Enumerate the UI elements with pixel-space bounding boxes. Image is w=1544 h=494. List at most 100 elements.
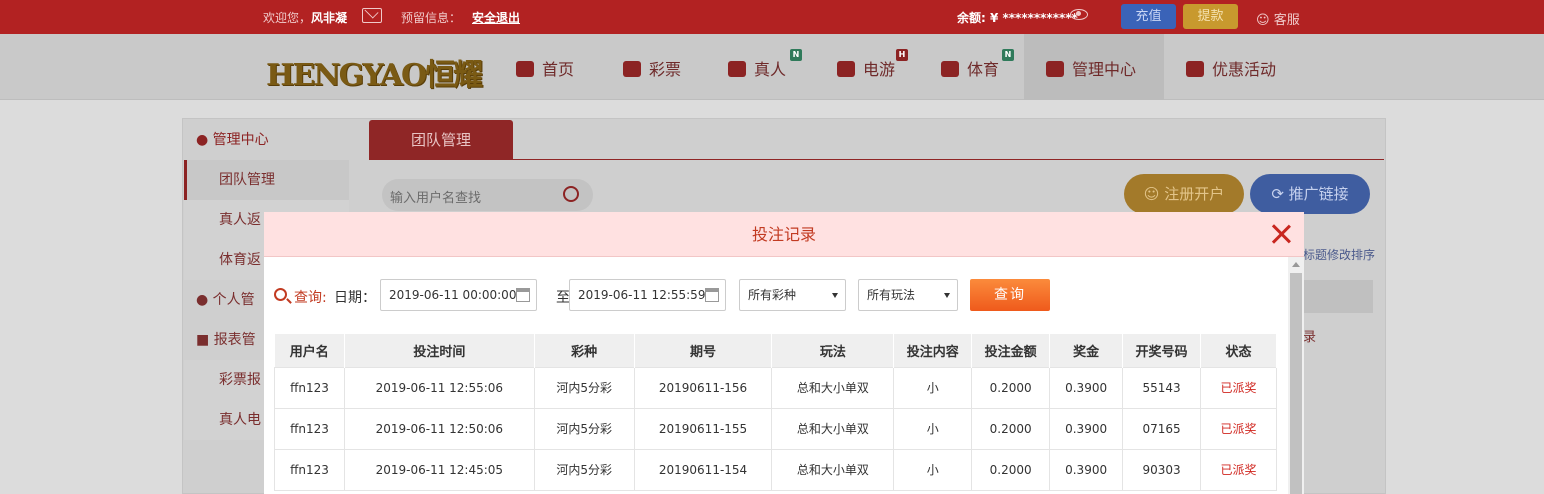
user-search-input[interactable]: 输入用户名查找 — [382, 179, 593, 211]
customer-service-link[interactable]: ☺ 客服 — [1256, 9, 1300, 28]
table-header-row: 用户名 投注时间 彩种 期号 玩法 投注内容 投注金额 奖金 开奖号码 状态 — [274, 334, 1277, 367]
col-play: 玩法 — [771, 334, 895, 367]
col-username: 用户名 — [274, 334, 345, 367]
gift-icon — [1186, 61, 1204, 77]
modal-scrollbar[interactable] — [1288, 257, 1304, 494]
cell-play: 总和大小单双 — [771, 448, 895, 491]
col-bet-time: 投注时间 — [344, 334, 535, 367]
slot-machine-icon — [837, 61, 855, 77]
sidebar-head: ● 管理中心 — [196, 132, 269, 148]
to-label: 至 — [556, 290, 570, 306]
nav-live[interactable]: 真人 N — [728, 49, 802, 80]
date-label: 日期： — [334, 290, 376, 306]
logout-link[interactable]: 安全退出 — [472, 9, 520, 26]
cell-prize: 0.3900 — [1049, 448, 1124, 491]
play-type-select[interactable]: 所有玩法 — [858, 279, 958, 311]
col-prize: 奖金 — [1049, 334, 1124, 367]
charge-button[interactable]: 充值 — [1121, 4, 1176, 29]
register-account-button[interactable]: ☺ 注册开户 — [1124, 174, 1244, 214]
cell-prize: 0.3900 — [1049, 366, 1124, 409]
username: 风非凝 — [311, 11, 348, 25]
cell-username: ffn123 — [274, 407, 345, 450]
ticket-icon — [623, 61, 641, 77]
nav-slots[interactable]: 电游 H — [837, 49, 908, 80]
tab-team-management[interactable]: 团队管理 — [369, 120, 513, 160]
lottery-type-select[interactable]: 所有彩种 — [739, 279, 846, 311]
date-from-input[interactable]: 2019-06-11 00:00:00 — [380, 279, 537, 311]
sort-hint-text: 标题修改排序 — [1303, 248, 1376, 262]
home-icon — [516, 61, 534, 77]
scroll-up-icon[interactable] — [1292, 262, 1300, 267]
chevron-down-icon — [944, 293, 950, 298]
mail-icon[interactable] — [362, 8, 382, 23]
cell-prize: 0.3900 — [1049, 407, 1124, 450]
query-button[interactable]: 查询 — [970, 279, 1050, 311]
bet-record-modal: 投注记录 查询: 日期： 2019-06-11 00:00:00 至 2019-… — [264, 212, 1304, 494]
withdraw-button[interactable]: 提款 — [1183, 4, 1238, 29]
calendar-icon[interactable] — [516, 288, 530, 302]
cell-lottery: 河内5分彩 — [533, 366, 635, 409]
top-bar: 欢迎您，风非凝 预留信息： 安全退出 余额: ¥ ************ 充值… — [0, 0, 1544, 34]
cell-amount: 0.2000 — [971, 448, 1051, 491]
table-row[interactable]: ffn123 2019-06-11 12:45:05 河内5分彩 2019061… — [274, 448, 1277, 491]
cell-draw-number: 55143 — [1122, 366, 1202, 409]
new-badge: N — [790, 49, 802, 61]
cell-play: 总和大小单双 — [771, 366, 895, 409]
cell-play: 总和大小单双 — [771, 407, 895, 450]
date-to-input[interactable]: 2019-06-11 12:55:59 — [569, 279, 726, 311]
nav-sports[interactable]: 体育 N — [941, 49, 1014, 80]
search-icon — [274, 288, 287, 301]
nav-promotions[interactable]: 优惠活动 — [1186, 56, 1276, 80]
cell-amount: 0.2000 — [971, 366, 1051, 409]
nav-lottery[interactable]: 彩票 — [623, 56, 681, 80]
col-status: 状态 — [1200, 334, 1277, 367]
modal-title: 投注记录 — [751, 225, 816, 244]
cell-content: 小 — [893, 407, 973, 450]
dealer-icon — [728, 61, 746, 77]
balance-text: 余额: ¥ ************ — [957, 11, 1078, 25]
col-amount: 投注金额 — [971, 334, 1051, 367]
cell-bet-time: 2019-06-11 12:55:06 — [343, 366, 535, 409]
modal-header: 投注记录 — [264, 212, 1304, 257]
col-lottery: 彩种 — [534, 334, 635, 367]
col-issue: 期号 — [634, 334, 773, 367]
nav-home[interactable]: 首页 — [516, 56, 574, 80]
tab-divider — [369, 159, 1384, 160]
cell-status: 已派奖 — [1200, 366, 1277, 409]
calendar-icon[interactable] — [705, 288, 719, 302]
cell-content: 小 — [893, 366, 973, 409]
col-content: 投注内容 — [893, 334, 973, 367]
close-icon[interactable] — [1270, 223, 1292, 245]
table-row[interactable]: ffn123 2019-06-11 12:55:06 河内5分彩 2019061… — [274, 366, 1277, 409]
cell-issue: 20190611-156 — [633, 366, 773, 409]
bet-record-table: 用户名 投注时间 彩种 期号 玩法 投注内容 投注金额 奖金 开奖号码 状态 f… — [274, 334, 1277, 491]
cell-bet-time: 2019-06-11 12:45:05 — [343, 448, 535, 491]
cell-issue: 20190611-155 — [633, 407, 773, 450]
record-link[interactable]: 录 — [1303, 326, 1316, 345]
cell-lottery: 河内5分彩 — [533, 407, 635, 450]
promo-link-button[interactable]: ⟳ 推广链接 — [1250, 174, 1370, 214]
cell-bet-time: 2019-06-11 12:50:06 — [343, 407, 535, 450]
background-table-header — [1303, 280, 1373, 313]
trophy-icon — [941, 61, 959, 77]
scrollbar-thumb[interactable] — [1290, 273, 1302, 494]
search-icon[interactable] — [563, 186, 579, 202]
cell-status: 已派奖 — [1200, 407, 1277, 450]
cell-amount: 0.2000 — [971, 407, 1051, 450]
table-row[interactable]: ffn123 2019-06-11 12:50:06 河内5分彩 2019061… — [274, 407, 1277, 450]
reserved-info-label: 预留信息： — [401, 11, 462, 25]
nav-management[interactable]: 管理中心 — [1046, 56, 1136, 80]
cell-content: 小 — [893, 448, 973, 491]
cell-status: 已派奖 — [1200, 448, 1277, 491]
main-nav: HENGYAO恒耀 首页 彩票 真人 N 电游 H 体育 N 管理中心 优惠活动 — [0, 34, 1544, 100]
cell-username: ffn123 — [274, 366, 345, 409]
filter-bar: 查询: 日期： 2019-06-11 00:00:00 至 2019-06-11… — [274, 279, 1284, 311]
col-draw-number: 开奖号码 — [1122, 334, 1202, 367]
logo[interactable]: HENGYAO恒耀 — [266, 50, 483, 94]
new-badge: N — [1002, 49, 1014, 61]
sidebar-item-team[interactable]: 团队管理 — [184, 160, 349, 200]
cell-draw-number: 07165 — [1122, 407, 1202, 450]
eye-icon[interactable] — [1070, 9, 1088, 20]
cell-username: ffn123 — [274, 448, 345, 491]
chevron-down-icon — [832, 293, 838, 298]
